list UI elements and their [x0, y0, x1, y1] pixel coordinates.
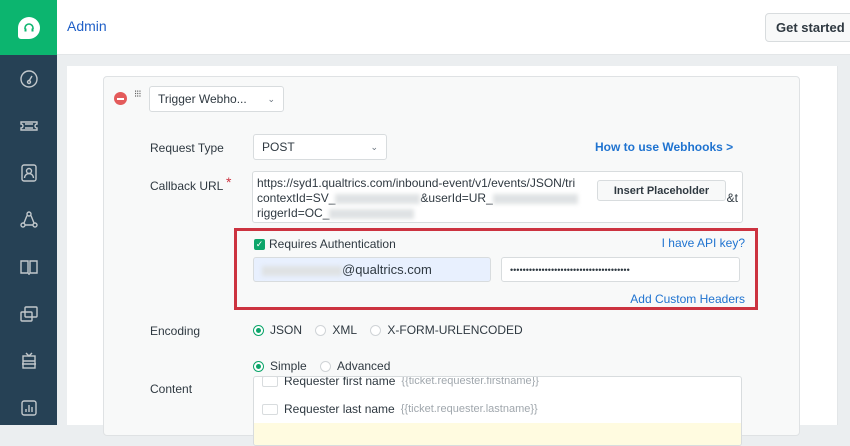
insert-placeholder-button[interactable]: Insert Placeholder: [597, 180, 726, 201]
encoding-form[interactable]: X-FORM-URLENCODED: [370, 323, 523, 337]
webhook-action-card: ⁝⁝⁝ Trigger Webho... ⌄ Request Type POST ⌄…: [103, 76, 800, 446]
highlighted-row: [254, 423, 741, 445]
redacted-text: [492, 193, 578, 204]
get-started-button[interactable]: Get started: [765, 13, 850, 42]
content-simple[interactable]: Simple: [253, 359, 307, 373]
radio[interactable]: [320, 360, 332, 372]
request-type-select[interactable]: POST ⌄: [253, 134, 387, 160]
nav-marketplace[interactable]: [0, 337, 57, 384]
password-input[interactable]: ••••••••••••••••••••••••••••••••••••••: [501, 257, 740, 282]
marketplace-icon: [21, 352, 36, 369]
sidebar: [0, 0, 57, 425]
radio-selected[interactable]: [253, 360, 264, 372]
logo[interactable]: [0, 0, 57, 55]
content-label: Content: [150, 382, 193, 396]
url-part: contextId=SV_: [257, 191, 336, 205]
encoding-json[interactable]: JSON: [253, 323, 302, 337]
encoding-xml[interactable]: XML: [315, 323, 357, 337]
dashboard-icon: [19, 69, 38, 88]
content-mode-group: Simple Advanced: [253, 359, 400, 375]
header: Admin Get started: [57, 0, 850, 55]
chevron-down-icon: ⌄: [370, 141, 378, 152]
add-custom-headers-link[interactable]: Add Custom Headers: [630, 292, 745, 306]
callback-url-label: Callback URL: [150, 179, 224, 193]
nav-chat[interactable]: [0, 290, 57, 337]
encoding-label: Encoding: [150, 324, 201, 338]
radio-label: X-FORM-URLENCODED: [387, 323, 523, 337]
remove-icon[interactable]: [114, 92, 127, 105]
page-title: Admin: [67, 18, 107, 34]
knowledge-icon: [19, 259, 38, 275]
contacts-icon: [20, 163, 37, 182]
requires-auth-row[interactable]: ✓ Requires Authentication: [254, 237, 396, 251]
radio[interactable]: [370, 324, 382, 336]
list-item: Requester last name {{ticket.requester.la…: [262, 402, 538, 416]
chevron-down-icon: ⌄: [267, 93, 275, 104]
content-advanced[interactable]: Advanced: [320, 359, 390, 373]
nav-knowledge[interactable]: [0, 243, 57, 290]
url-part: riggerId=OC_: [257, 206, 330, 220]
field-name: Requester last name: [284, 402, 395, 416]
reports-icon: [20, 399, 37, 416]
radio-selected[interactable]: [253, 324, 264, 336]
main-panel: ⁝⁝⁝ Trigger Webho... ⌄ Request Type POST ⌄…: [67, 66, 838, 446]
chat-icon: [19, 305, 38, 322]
nav-reports[interactable]: [0, 384, 57, 431]
password-value: ••••••••••••••••••••••••••••••••••••••: [510, 265, 630, 275]
radio-label: JSON: [270, 323, 303, 337]
field-checkbox[interactable]: [262, 377, 278, 387]
authentication-section: ✓ Requires Authentication I have API key…: [234, 228, 758, 310]
username-input[interactable]: @qualtrics.com: [253, 257, 491, 282]
username-value: @qualtrics.com: [342, 262, 432, 277]
nav-network[interactable]: [0, 196, 57, 243]
request-type-value: POST: [262, 140, 295, 154]
tickets-icon: [19, 120, 38, 131]
field-placeholder: {{ticket.requester.firstname}}: [401, 376, 539, 387]
redacted-text: [329, 208, 415, 219]
url-part: &t: [726, 191, 738, 205]
nav-tickets[interactable]: [0, 102, 57, 149]
nav-contacts[interactable]: [0, 149, 57, 196]
redacted-text: [262, 265, 342, 276]
field-checkbox[interactable]: [262, 403, 278, 415]
drag-handle-icon[interactable]: ⁝⁝⁝: [134, 90, 141, 100]
redacted-text: [335, 193, 421, 204]
field-name: Requester first name: [284, 376, 396, 388]
content-fields-list[interactable]: Requester first name {{ticket.requester.f…: [253, 376, 742, 446]
radio-label: Simple: [270, 359, 307, 373]
url-part: &userId=UR_: [420, 191, 493, 205]
action-select-value: Trigger Webho...: [158, 92, 247, 106]
radio-label: Advanced: [337, 359, 391, 373]
request-type-label: Request Type: [150, 141, 224, 155]
radio-label: XML: [332, 323, 358, 337]
requires-auth-checkbox[interactable]: ✓: [254, 238, 265, 250]
required-marker: *: [226, 174, 232, 190]
radio[interactable]: [315, 324, 327, 336]
network-icon: [19, 210, 38, 228]
field-placeholder: {{ticket.requester.lastname}}: [400, 403, 538, 415]
action-select[interactable]: Trigger Webho... ⌄: [149, 86, 284, 112]
api-key-link[interactable]: I have API key?: [662, 236, 745, 250]
encoding-radio-group: JSON XML X-FORM-URLENCODED: [253, 323, 533, 339]
nav-dashboard[interactable]: [0, 55, 57, 102]
how-to-use-webhooks-link[interactable]: How to use Webhooks >: [595, 140, 733, 154]
headset-icon: [17, 16, 40, 39]
requires-auth-label: Requires Authentication: [269, 237, 396, 251]
list-item: Requester first name {{ticket.requester.f…: [262, 376, 539, 388]
